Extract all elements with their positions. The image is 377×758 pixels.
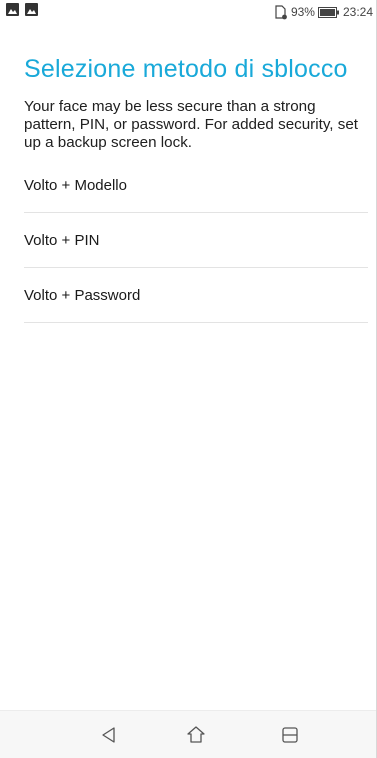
navigation-bar: [0, 710, 377, 758]
unlock-method-list: Volto + Modello Volto + PIN Volto + Pass…: [0, 158, 377, 323]
option-face-pattern[interactable]: Volto + Modello: [24, 158, 368, 213]
image-notification-icon: [25, 3, 38, 21]
back-icon[interactable]: [95, 721, 123, 749]
status-system: 93% 23:24: [274, 4, 373, 20]
option-label: Volto + Modello: [24, 177, 127, 194]
page-title: Selezione metodo di sblocco: [24, 55, 348, 83]
option-face-password[interactable]: Volto + Password: [24, 268, 368, 323]
battery-icon: [317, 6, 340, 18]
option-face-pin[interactable]: Volto + PIN: [24, 213, 368, 268]
option-label: Volto + PIN: [24, 232, 100, 249]
home-icon[interactable]: [182, 721, 210, 749]
image-notification-icon: [6, 3, 19, 21]
battery-percent: 93%: [290, 5, 315, 19]
sim-card-icon: [274, 4, 288, 20]
option-label: Volto + Password: [24, 287, 141, 304]
status-bar: 93% 23:24: [0, 0, 377, 24]
security-description: Your face may be less secure than a stro…: [24, 98, 358, 151]
recents-icon[interactable]: [276, 721, 304, 749]
screen: 93% 23:24 Selezione metodo di sblocco Yo…: [0, 0, 377, 758]
status-notifications: [6, 3, 38, 21]
clock: 23:24: [342, 5, 373, 19]
